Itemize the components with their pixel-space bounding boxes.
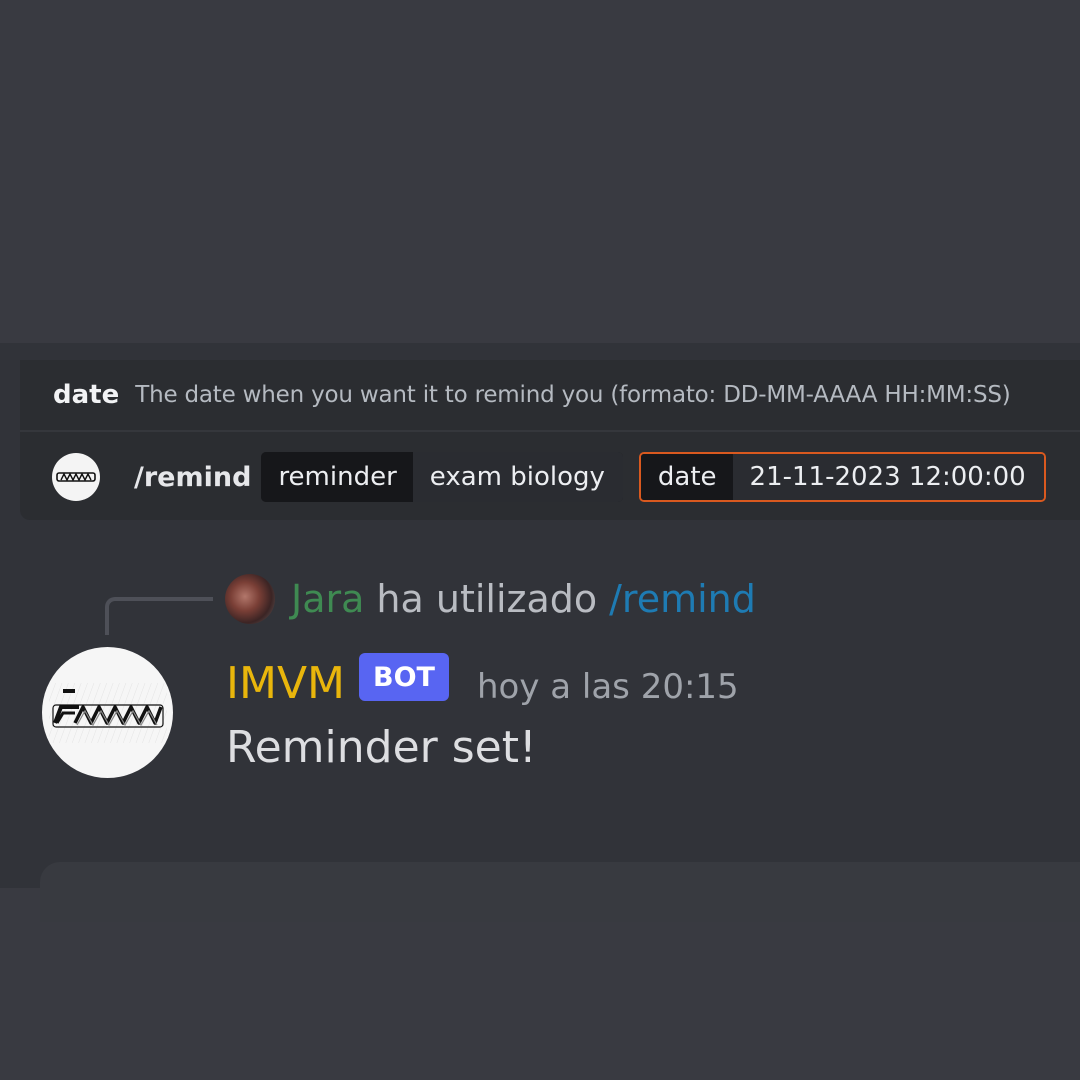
chat-background-top — [0, 0, 1080, 343]
reply-command-link[interactable]: /remind — [609, 577, 756, 621]
reply-connector-line — [105, 597, 213, 635]
option-hint-row: date The date when you want it to remind… — [20, 360, 1080, 432]
user-avatar[interactable] — [225, 574, 275, 624]
option-description: The date when you want it to remind you … — [135, 382, 1011, 408]
param-chip-reminder[interactable]: reminder exam biology — [261, 452, 623, 502]
param-chip-date[interactable]: date 21-11-2023 12:00:00 — [638, 452, 1046, 502]
reply-text: ha utilizado — [376, 577, 598, 621]
author-name[interactable]: IMVM — [226, 658, 345, 709]
bot-mini-avatar-icon — [52, 453, 100, 501]
imvm-logo-icon — [56, 472, 96, 482]
imvm-logo-icon — [48, 682, 167, 743]
param-value[interactable]: exam biology — [412, 452, 623, 502]
bot-avatar[interactable] — [42, 647, 173, 778]
reply-context[interactable]: Jara ha utilizado /remind — [225, 572, 756, 626]
param-value[interactable]: 21-11-2023 12:00:00 — [732, 454, 1044, 500]
option-name: date — [53, 380, 120, 410]
slash-command-panel: date The date when you want it to remind… — [20, 360, 1080, 520]
param-key: reminder — [261, 452, 413, 502]
message-header: IMVM BOT hoy a las 20:15 — [226, 648, 739, 718]
message-timestamp: hoy a las 20:15 — [476, 667, 739, 707]
reply-username[interactable]: Jara — [291, 577, 364, 621]
message-content: Reminder set! — [226, 722, 537, 773]
message-input-bar[interactable] — [40, 862, 1080, 922]
discord-chat-view: date The date when you want it to remind… — [0, 0, 1080, 1080]
param-key: date — [640, 454, 733, 500]
bot-tag-badge: BOT — [359, 653, 449, 701]
command-name: /remind — [134, 461, 252, 493]
command-input-row[interactable]: /remind reminder exam biology date 21-11… — [20, 434, 1080, 520]
